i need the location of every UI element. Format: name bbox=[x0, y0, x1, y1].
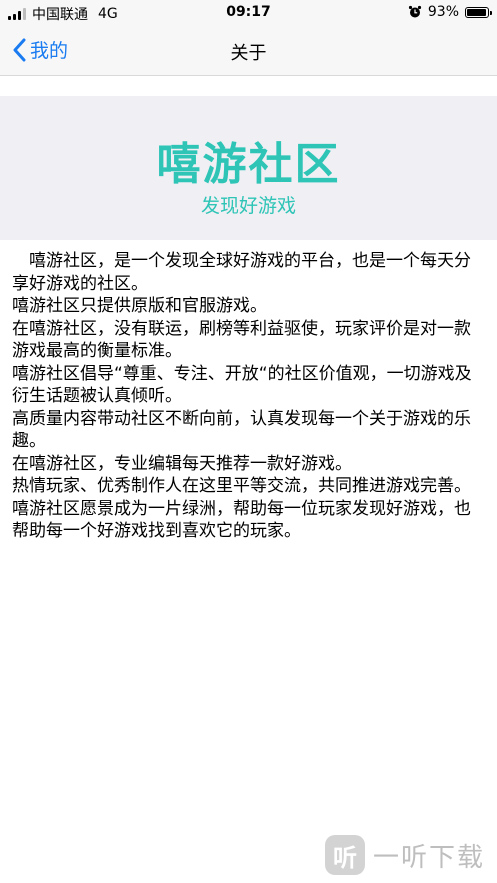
status-right: 93% bbox=[408, 4, 492, 20]
battery-icon bbox=[465, 6, 492, 18]
alarm-clock-icon bbox=[408, 5, 421, 18]
description-paragraph: 嘻游社区倡导“尊重、专注、开放“的社区价值观，一切游戏及衍生话题被认真倾听。 bbox=[12, 363, 472, 407]
battery-fill bbox=[467, 8, 486, 16]
watermark-logo-icon: 听 bbox=[324, 835, 365, 875]
about-description: 嘻游社区，是一个发现全球好游戏的平台，也是一个每天分享好游戏的社区。 嘻游社区只… bbox=[12, 250, 487, 543]
navigation-bar: 我的 关于 bbox=[0, 26, 497, 76]
watermark: 听 一听下载 bbox=[324, 835, 485, 875]
description-paragraph: 热情玩家、优秀制作人在这里平等交流，共同推进游戏完善。 bbox=[12, 476, 471, 496]
description-paragraph: 在嘻游社区，没有联运，刷榜等利益驱使，玩家评价是对一款游戏最高的衡量标准。 bbox=[12, 318, 471, 362]
description-paragraph: 嘻游社区只提供原版和官服游戏。 bbox=[12, 296, 267, 316]
description-paragraph: 在嘻游社区，专业编辑每天推荐一款好游戏。 bbox=[12, 453, 352, 474]
app-name: 嘻游社区 bbox=[156, 139, 341, 190]
watermark-text: 一听下载 bbox=[372, 842, 485, 873]
description-paragraph: 嘻游社区愿景成为一片绿洲，帮助每一位玩家发现好游戏，也帮助每一个好游戏找到喜欢它… bbox=[12, 498, 471, 542]
description-paragraph: 高质量内容带动社区不断向前，认真发现每一个关于游戏的乐趣。 bbox=[12, 408, 471, 452]
battery-percentage: 93% bbox=[427, 4, 459, 20]
about-screen: 中国联通 4G 09:17 93% 我的 关于 嘻游社区 发现好游戏 嘻游社区，… bbox=[0, 0, 497, 883]
status-bar: 中国联通 4G 09:17 93% bbox=[0, 0, 497, 26]
header-spacer bbox=[0, 76, 497, 96]
page-title: 关于 bbox=[230, 43, 267, 64]
app-slogan: 发现好游戏 bbox=[200, 195, 296, 217]
description-paragraph: 嘻游社区，是一个发现全球好游戏的平台，也是一个每天分享好游戏的社区。 bbox=[12, 251, 471, 294]
app-banner: 嘻游社区 发现好游戏 bbox=[0, 96, 497, 240]
